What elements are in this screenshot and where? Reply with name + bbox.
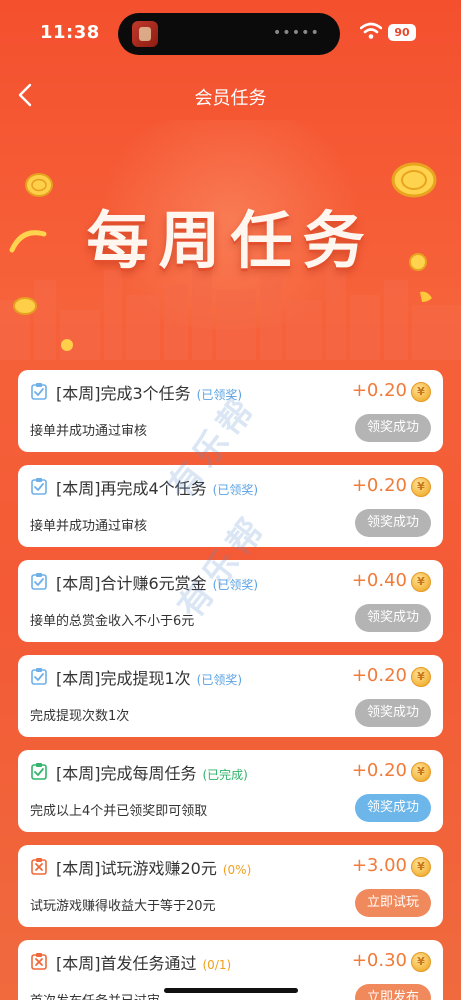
task-action-button[interactable]: 领奖成功 <box>354 699 431 727</box>
coin-icon: ¥ <box>411 857 431 877</box>
task-action-button[interactable]: 领奖成功 <box>354 509 431 537</box>
checklist-icon <box>31 383 47 400</box>
task-description: 接单并成功通过审核 <box>30 519 148 534</box>
task-title-text: [本周]再完成4个任务 <box>56 479 207 498</box>
checklist-icon <box>31 478 47 495</box>
app-activity-icon <box>132 21 158 47</box>
home-indicator <box>164 988 298 993</box>
task-card: [本周]完成每周任务 (已完成) +0.20 ¥ 完成以上4个并已领奖即可领取 领… <box>18 750 443 832</box>
task-reward: +0.20 <box>351 475 407 496</box>
task-title-text: [本周]首发任务通过 <box>56 954 197 973</box>
task-status-tag: (已领奖) <box>196 388 243 402</box>
task-description: 首次发布任务并已过审 <box>30 990 160 1000</box>
checklist-icon <box>31 573 47 590</box>
task-description: 接单的总赏金收入不小于6元 <box>30 614 195 629</box>
pending-task-icon <box>31 953 47 970</box>
task-title-text: [本周]完成3个任务 <box>56 384 191 403</box>
task-description: 完成提现次数1次 <box>30 709 130 724</box>
task-status-tag: (已领奖) <box>212 578 259 592</box>
task-status-tag: (0%) <box>222 863 252 877</box>
task-reward: +0.20 <box>351 380 407 401</box>
checklist-icon <box>31 763 47 780</box>
task-reward: +0.30 <box>351 950 407 971</box>
coin-decoration-icon <box>13 297 37 315</box>
task-card: [本周]试玩游戏赚20元 (0%) +3.00 ¥ 试玩游戏赚得收益大于等于20元… <box>18 845 443 927</box>
task-title-text: [本周]完成提现1次 <box>56 669 191 688</box>
task-title-text: [本周]完成每周任务 <box>56 764 197 783</box>
battery-indicator: 90 <box>388 24 416 41</box>
task-action-button[interactable]: 立即试玩 <box>354 889 431 917</box>
page-title: 会员任务 <box>194 88 267 109</box>
task-description: 接单并成功通过审核 <box>30 424 148 439</box>
coin-icon: ¥ <box>411 572 431 592</box>
coin-icon: ¥ <box>411 477 431 497</box>
task-reward: +0.20 <box>351 665 407 686</box>
task-title: [本周]试玩游戏赚20元 (0%) <box>56 855 251 879</box>
task-title: [本周]再完成4个任务 (已领奖) <box>56 475 258 499</box>
task-title: [本周]首发任务通过 (0/1) <box>56 950 231 974</box>
task-description: 完成以上4个并已领奖即可领取 <box>30 804 208 819</box>
task-reward: +0.40 <box>351 570 407 591</box>
task-description: 试玩游戏赚得收益大于等于20元 <box>30 899 216 914</box>
task-title: [本周]完成提现1次 (已领奖) <box>56 665 242 689</box>
task-status-tag: (已领奖) <box>196 673 243 687</box>
status-time: 11:38 <box>40 22 100 43</box>
coin-icon: ¥ <box>411 667 431 687</box>
task-reward: +0.20 <box>351 760 407 781</box>
task-action-button[interactable]: 领奖成功 <box>354 604 431 632</box>
weekly-banner: 每周任务 <box>0 120 461 360</box>
task-title: [本周]完成每周任务 (已完成) <box>56 760 248 784</box>
banner-title: 每周任务 <box>86 204 375 277</box>
checklist-icon <box>31 668 47 685</box>
island-indicator: ••••• <box>272 25 320 41</box>
nav-bar: 会员任务 <box>0 72 461 120</box>
task-status-tag: (已领奖) <box>212 483 259 497</box>
task-card: [本周]再完成4个任务 (已领奖) +0.20 ¥ 接单并成功通过审核 领奖成功 <box>18 465 443 547</box>
coin-icon: ¥ <box>411 952 431 972</box>
dynamic-island: ••••• <box>118 13 340 55</box>
task-title: [本周]合计赚6元赏金 (已领奖) <box>56 570 258 594</box>
task-title-text: [本周]试玩游戏赚20元 <box>56 859 217 878</box>
wifi-icon <box>360 22 382 39</box>
coin-decoration-icon <box>61 339 73 351</box>
coin-icon: ¥ <box>411 762 431 782</box>
task-status-tag: (0/1) <box>202 958 232 972</box>
task-card: [本周]完成提现1次 (已领奖) +0.20 ¥ 完成提现次数1次 领奖成功 <box>18 655 443 737</box>
ribbon-decoration-icon <box>420 291 432 302</box>
task-reward: +3.00 <box>351 855 407 876</box>
coin-icon: ¥ <box>411 382 431 402</box>
task-card: [本周]合计赚6元赏金 (已领奖) +0.40 ¥ 接单的总赏金收入不小于6元 领… <box>18 560 443 642</box>
task-action-button[interactable]: 领奖成功 <box>354 794 431 822</box>
task-title: [本周]完成3个任务 (已领奖) <box>56 380 242 404</box>
task-status-tag: (已完成) <box>202 768 248 782</box>
status-bar: 11:38 ••••• 90 <box>0 0 461 68</box>
task-action-button[interactable]: 立即发布 <box>354 984 431 1000</box>
task-action-button[interactable]: 领奖成功 <box>354 414 431 442</box>
pending-task-icon <box>31 858 47 875</box>
task-title-text: [本周]合计赚6元赏金 <box>56 574 207 593</box>
task-card: [本周]完成3个任务 (已领奖) +0.20 ¥ 接单并成功通过审核 领奖成功 <box>18 370 443 452</box>
